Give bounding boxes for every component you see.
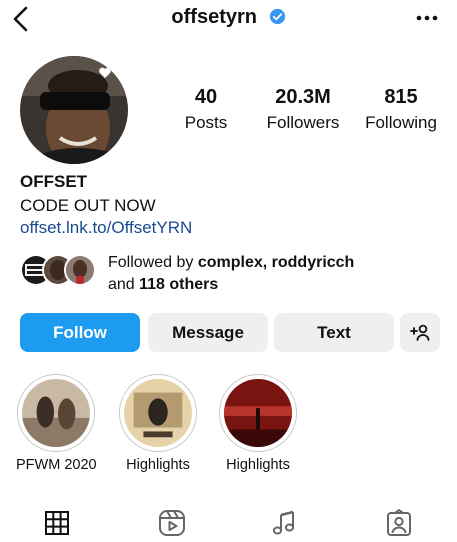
stat-following-label: Following xyxy=(365,113,437,132)
stat-posts-value: 40 xyxy=(194,86,218,108)
highlight-ring xyxy=(119,374,197,452)
stat-followers[interactable]: 20.3M Followers xyxy=(262,86,344,133)
add-person-icon xyxy=(410,324,430,341)
username-title: offsetyrn xyxy=(171,6,257,28)
stat-followers-value: 20.3M xyxy=(275,86,331,108)
text-button[interactable]: Text xyxy=(274,313,394,352)
followed-by-separator: , xyxy=(262,254,272,271)
highlight-ring xyxy=(219,374,297,452)
followed-by-user-1[interactable]: complex xyxy=(198,254,263,271)
reels-icon[interactable] xyxy=(157,508,187,538)
grid-icon[interactable] xyxy=(42,508,72,538)
stat-following-value: 815 xyxy=(384,86,418,108)
highlight-cover xyxy=(224,379,292,447)
highlight-cover xyxy=(124,379,192,447)
page-title-wrap: offsetyrn xyxy=(0,6,457,29)
more-horizontal-icon[interactable] xyxy=(415,8,439,28)
stat-following[interactable]: 815 Following xyxy=(360,86,442,133)
highlight-cover xyxy=(22,379,90,447)
profile-tab-bar xyxy=(0,504,457,542)
add-person-button[interactable] xyxy=(400,313,440,352)
highlight-label: Highlights xyxy=(126,457,190,473)
heart-icon xyxy=(99,67,111,79)
followed-by-others[interactable]: 118 others xyxy=(139,276,218,293)
stat-followers-label: Followers xyxy=(266,113,340,132)
highlight-item[interactable]: PFWM 2020 xyxy=(16,374,97,473)
followed-by-and: and xyxy=(108,276,140,293)
followed-by-prefix: Followed by xyxy=(108,254,198,271)
profile-link[interactable]: offset.lnk.to/OffsetYRN xyxy=(20,218,192,238)
stat-posts-label: Posts xyxy=(184,113,228,132)
message-button[interactable]: Message xyxy=(148,313,268,352)
followed-by-text[interactable]: Followed by complex, roddyricch and 118 … xyxy=(108,252,438,296)
tagged-user-icon[interactable] xyxy=(384,508,414,538)
music-note-icon[interactable] xyxy=(270,508,300,538)
highlight-label: Highlights xyxy=(226,457,290,473)
profile-bio: CODE OUT NOW xyxy=(20,196,156,215)
highlight-ring xyxy=(17,374,95,452)
highlight-item[interactable]: Highlights xyxy=(118,374,198,473)
highlight-item[interactable]: Highlights xyxy=(218,374,298,473)
stat-posts[interactable]: 40 Posts xyxy=(178,86,234,133)
follower-avatar xyxy=(64,254,96,286)
followed-by-avatars[interactable] xyxy=(20,254,104,288)
followed-by-user-2[interactable]: roddyricch xyxy=(272,254,355,271)
profile-name: OFFSET xyxy=(20,172,88,191)
profile-header: offsetyrn xyxy=(0,0,457,40)
highlight-label: PFWM 2020 xyxy=(16,457,97,473)
verified-badge-icon xyxy=(269,8,285,25)
follow-button[interactable]: Follow xyxy=(20,313,140,352)
